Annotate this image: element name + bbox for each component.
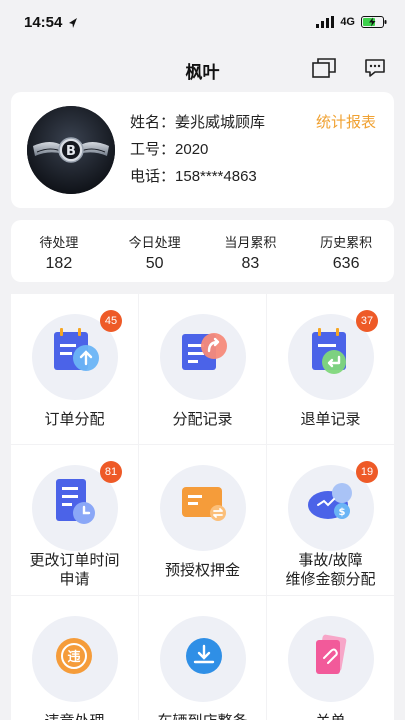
- tile-label: 退单记录: [300, 411, 361, 428]
- assign-record-icon: [182, 333, 227, 370]
- stat-label: 历史累积: [320, 235, 373, 250]
- message-icon[interactable]: [363, 57, 389, 79]
- function-grid: 45 订单分配 分配记录 37 退单记录 81 更改订单时间 申请 预授权押金 …: [11, 294, 394, 720]
- tile-preauth-deposit[interactable]: 预授权押金: [139, 445, 266, 595]
- stat-value: 83: [241, 255, 260, 272]
- id-label: 工号：: [130, 141, 176, 158]
- deposit-icon: [182, 487, 226, 521]
- badge-count: 19: [356, 461, 378, 483]
- phone-row: 电话：158****4863: [130, 165, 257, 186]
- svg-text:违: 违: [67, 649, 80, 665]
- tile-return-record[interactable]: 37 退单记录: [267, 294, 394, 444]
- statistics-report-link[interactable]: 统计报表: [316, 111, 376, 132]
- tile-label: 分配记录: [172, 411, 233, 428]
- avatar[interactable]: B: [27, 106, 115, 194]
- status-bar: 14:54 4G: [0, 0, 405, 44]
- badge-count: 81: [100, 461, 122, 483]
- phone-value: 158****4863: [175, 168, 257, 185]
- stat-value: 636: [332, 255, 360, 272]
- tile-label: 更改订单时间 申请: [11, 551, 138, 589]
- status-indicators: 4G: [316, 16, 387, 28]
- tile-label: 预授权押金: [164, 562, 240, 579]
- tile-change-order-time[interactable]: 81 更改订单时间 申请: [11, 445, 138, 595]
- switch-window-icon[interactable]: [311, 57, 337, 79]
- tile-repair-allocation[interactable]: $ 19 事故/故障 维修金额分配: [267, 445, 394, 595]
- network-label: 4G: [340, 16, 355, 28]
- svg-text:$: $: [339, 507, 346, 518]
- stat-month[interactable]: 当月累积 83: [203, 220, 299, 282]
- stat-label: 今日处理: [128, 235, 181, 250]
- stat-pending[interactable]: 待处理 182: [11, 220, 107, 282]
- stat-value: 182: [45, 255, 73, 272]
- name-row: 姓名：姜兆威城顾库: [130, 111, 265, 132]
- badge-count: 37: [356, 310, 378, 332]
- tile-label-line: 更改订单时间: [29, 552, 120, 569]
- violation-icon: 违: [56, 638, 92, 674]
- badge-count: 45: [100, 310, 122, 332]
- id-value: 2020: [175, 141, 209, 158]
- tile-violation[interactable]: 违 违章处理: [11, 596, 138, 720]
- vehicle-prep-icon: [186, 638, 222, 674]
- stat-value: 50: [145, 255, 164, 272]
- stat-today[interactable]: 今日处理 50: [107, 220, 203, 282]
- tile-assign-record[interactable]: 分配记录: [139, 294, 266, 444]
- tile-label: 订单分配: [44, 411, 105, 428]
- phone-label: 电话：: [130, 168, 176, 185]
- nav-bar: 枫叶: [0, 46, 405, 90]
- tile-label-line: 维修金额分配: [285, 571, 376, 588]
- tile-order-assign[interactable]: 45 订单分配: [11, 294, 138, 444]
- bentley-logo-icon: B: [27, 106, 115, 194]
- tile-close-order[interactable]: 关单: [267, 596, 394, 720]
- page-title: 枫叶: [185, 63, 220, 82]
- battery-charging-icon: [361, 16, 387, 28]
- change-time-icon: [56, 479, 95, 524]
- tile-label: 关单: [267, 712, 394, 720]
- stats-card: 待处理 182 今日处理 50 当月累积 83 历史累积 636: [11, 220, 394, 282]
- id-row: 工号：2020: [130, 138, 208, 159]
- name-label: 姓名：: [130, 114, 176, 131]
- tile-label: 车辆到店整备: [139, 712, 266, 720]
- tile-vehicle-prep[interactable]: 车辆到店整备: [139, 596, 266, 720]
- stat-label: 待处理: [39, 235, 79, 250]
- signal-icon: [316, 16, 335, 28]
- name-value: 姜兆威城顾库: [175, 114, 266, 131]
- stat-history[interactable]: 历史累积 636: [298, 220, 394, 282]
- profile-card: B 姓名：姜兆威城顾库 工号：2020 电话：158****4863 统计报表: [11, 92, 394, 208]
- return-record-icon: [312, 328, 346, 374]
- order-assign-icon: [54, 328, 99, 371]
- stat-label: 当月累积: [224, 235, 277, 250]
- location-arrow-icon: [69, 18, 77, 28]
- tile-label: 违章处理: [11, 712, 138, 720]
- tile-label-line: 申请: [59, 571, 90, 588]
- tile-label-line: 事故/故障: [298, 552, 363, 569]
- status-time: 14:54: [24, 14, 63, 31]
- tile-label: 事故/故障 维修金额分配: [267, 551, 394, 589]
- svg-text:B: B: [66, 144, 76, 159]
- close-order-icon: [316, 634, 347, 674]
- repair-allocation-icon: $: [308, 483, 352, 519]
